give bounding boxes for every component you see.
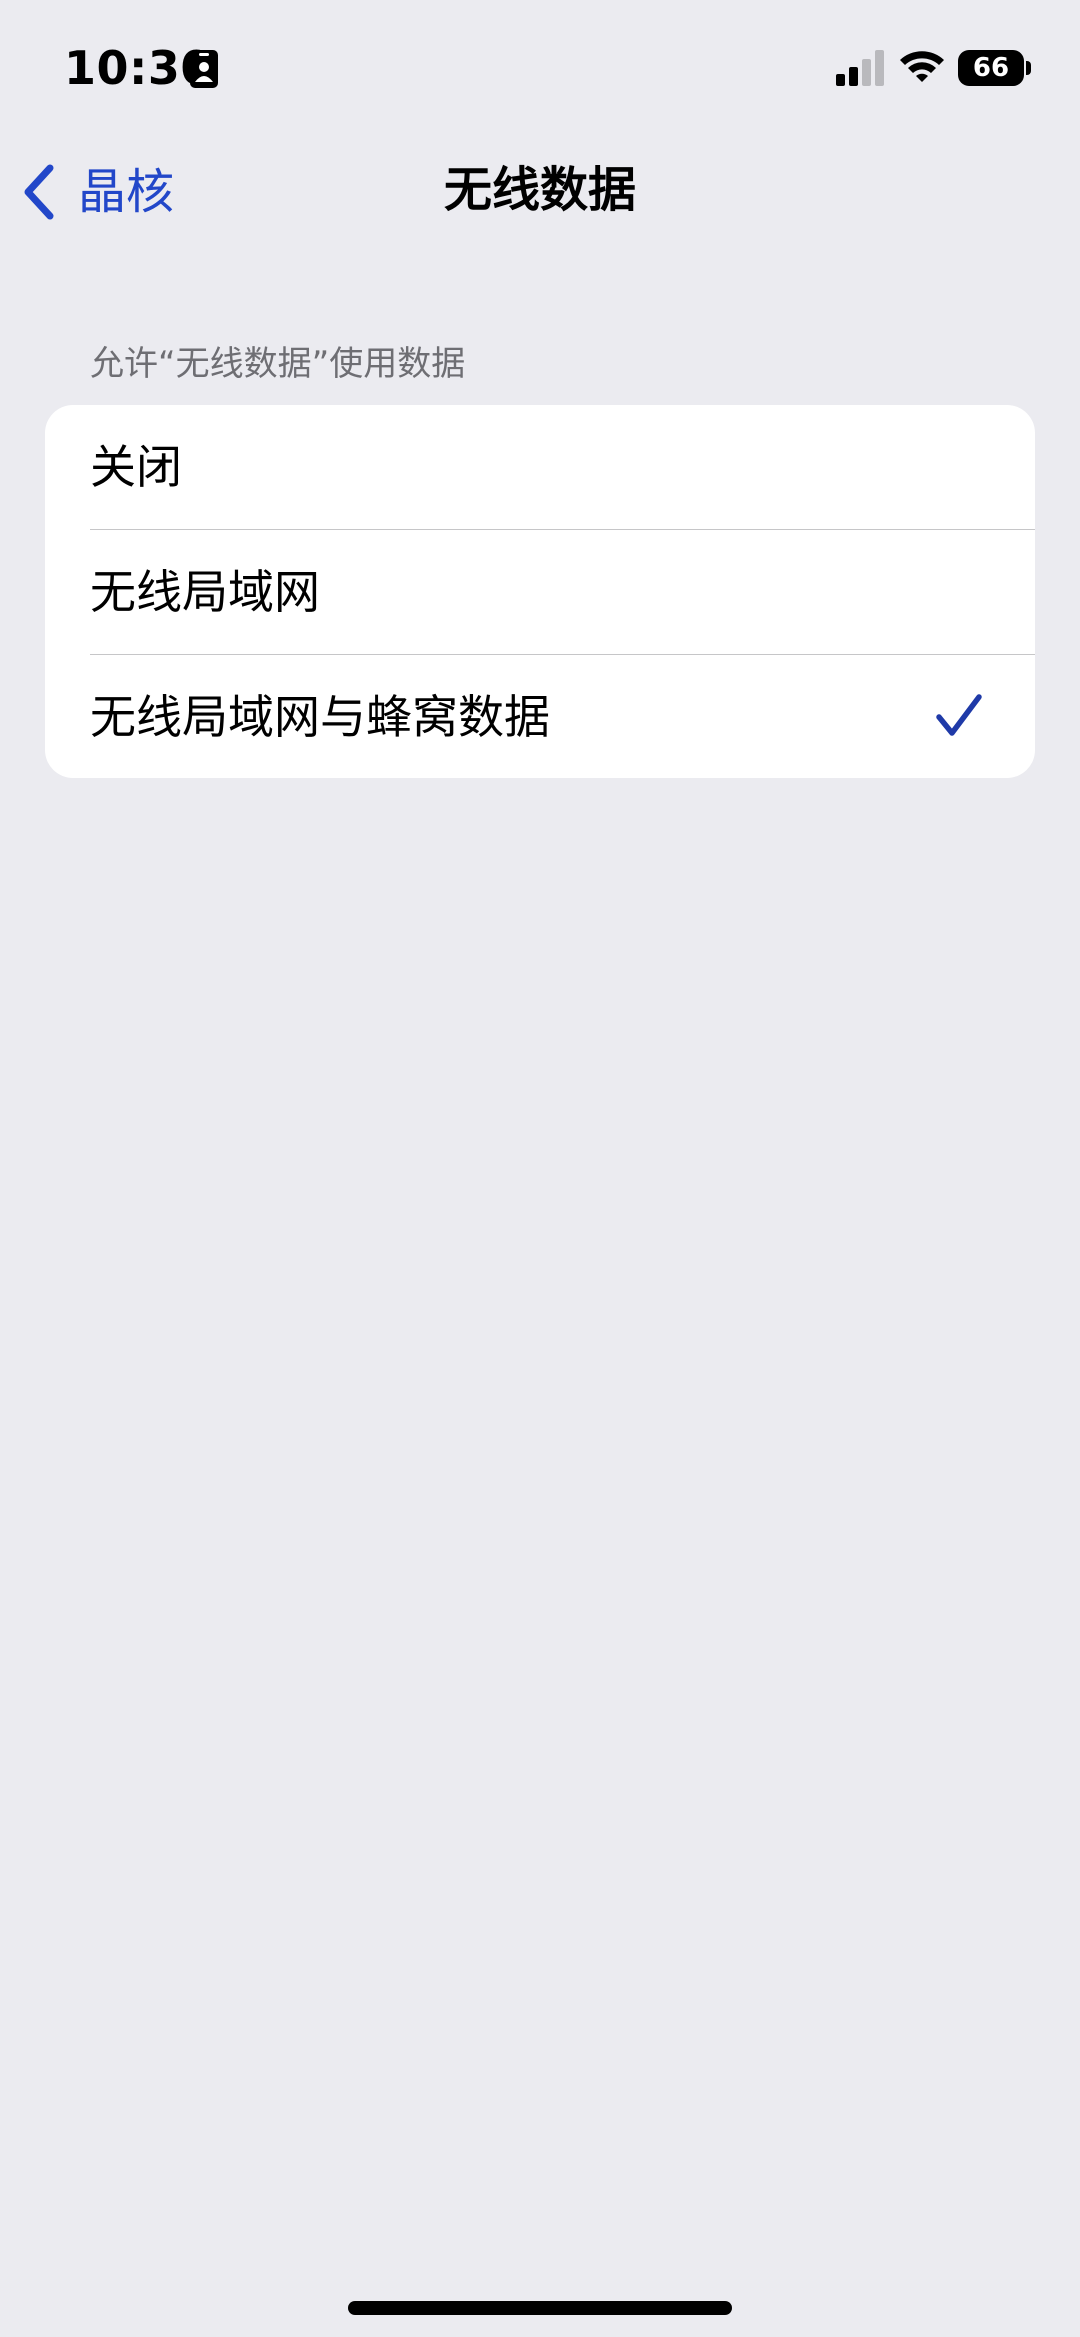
battery-cap xyxy=(1026,61,1031,75)
option-wlan-cellular[interactable]: 无线局域网与蜂窝数据 xyxy=(90,654,1035,778)
option-label: 无线局域网 xyxy=(90,565,320,619)
option-label: 无线局域网与蜂窝数据 xyxy=(90,690,550,744)
signal-icon xyxy=(836,50,884,86)
option-off[interactable]: 关闭 xyxy=(45,405,1035,529)
battery-level: 66 xyxy=(972,53,1010,83)
status-bar: 10:30 66 xyxy=(0,0,1080,140)
option-wlan[interactable]: 无线局域网 xyxy=(90,529,1035,654)
id-badge-icon xyxy=(190,50,218,88)
home-indicator[interactable] xyxy=(348,2301,732,2315)
option-label: 关闭 xyxy=(90,440,182,494)
section-header: 允许“无线数据”使用数据 xyxy=(90,344,466,384)
wifi-icon xyxy=(900,51,944,82)
battery-icon: 66 xyxy=(958,50,1024,86)
page-title: 无线数据 xyxy=(443,162,636,218)
checkmark-icon xyxy=(936,694,982,736)
option-group: 关闭 无线局域网 无线局域网与蜂窝数据 xyxy=(45,405,1035,778)
